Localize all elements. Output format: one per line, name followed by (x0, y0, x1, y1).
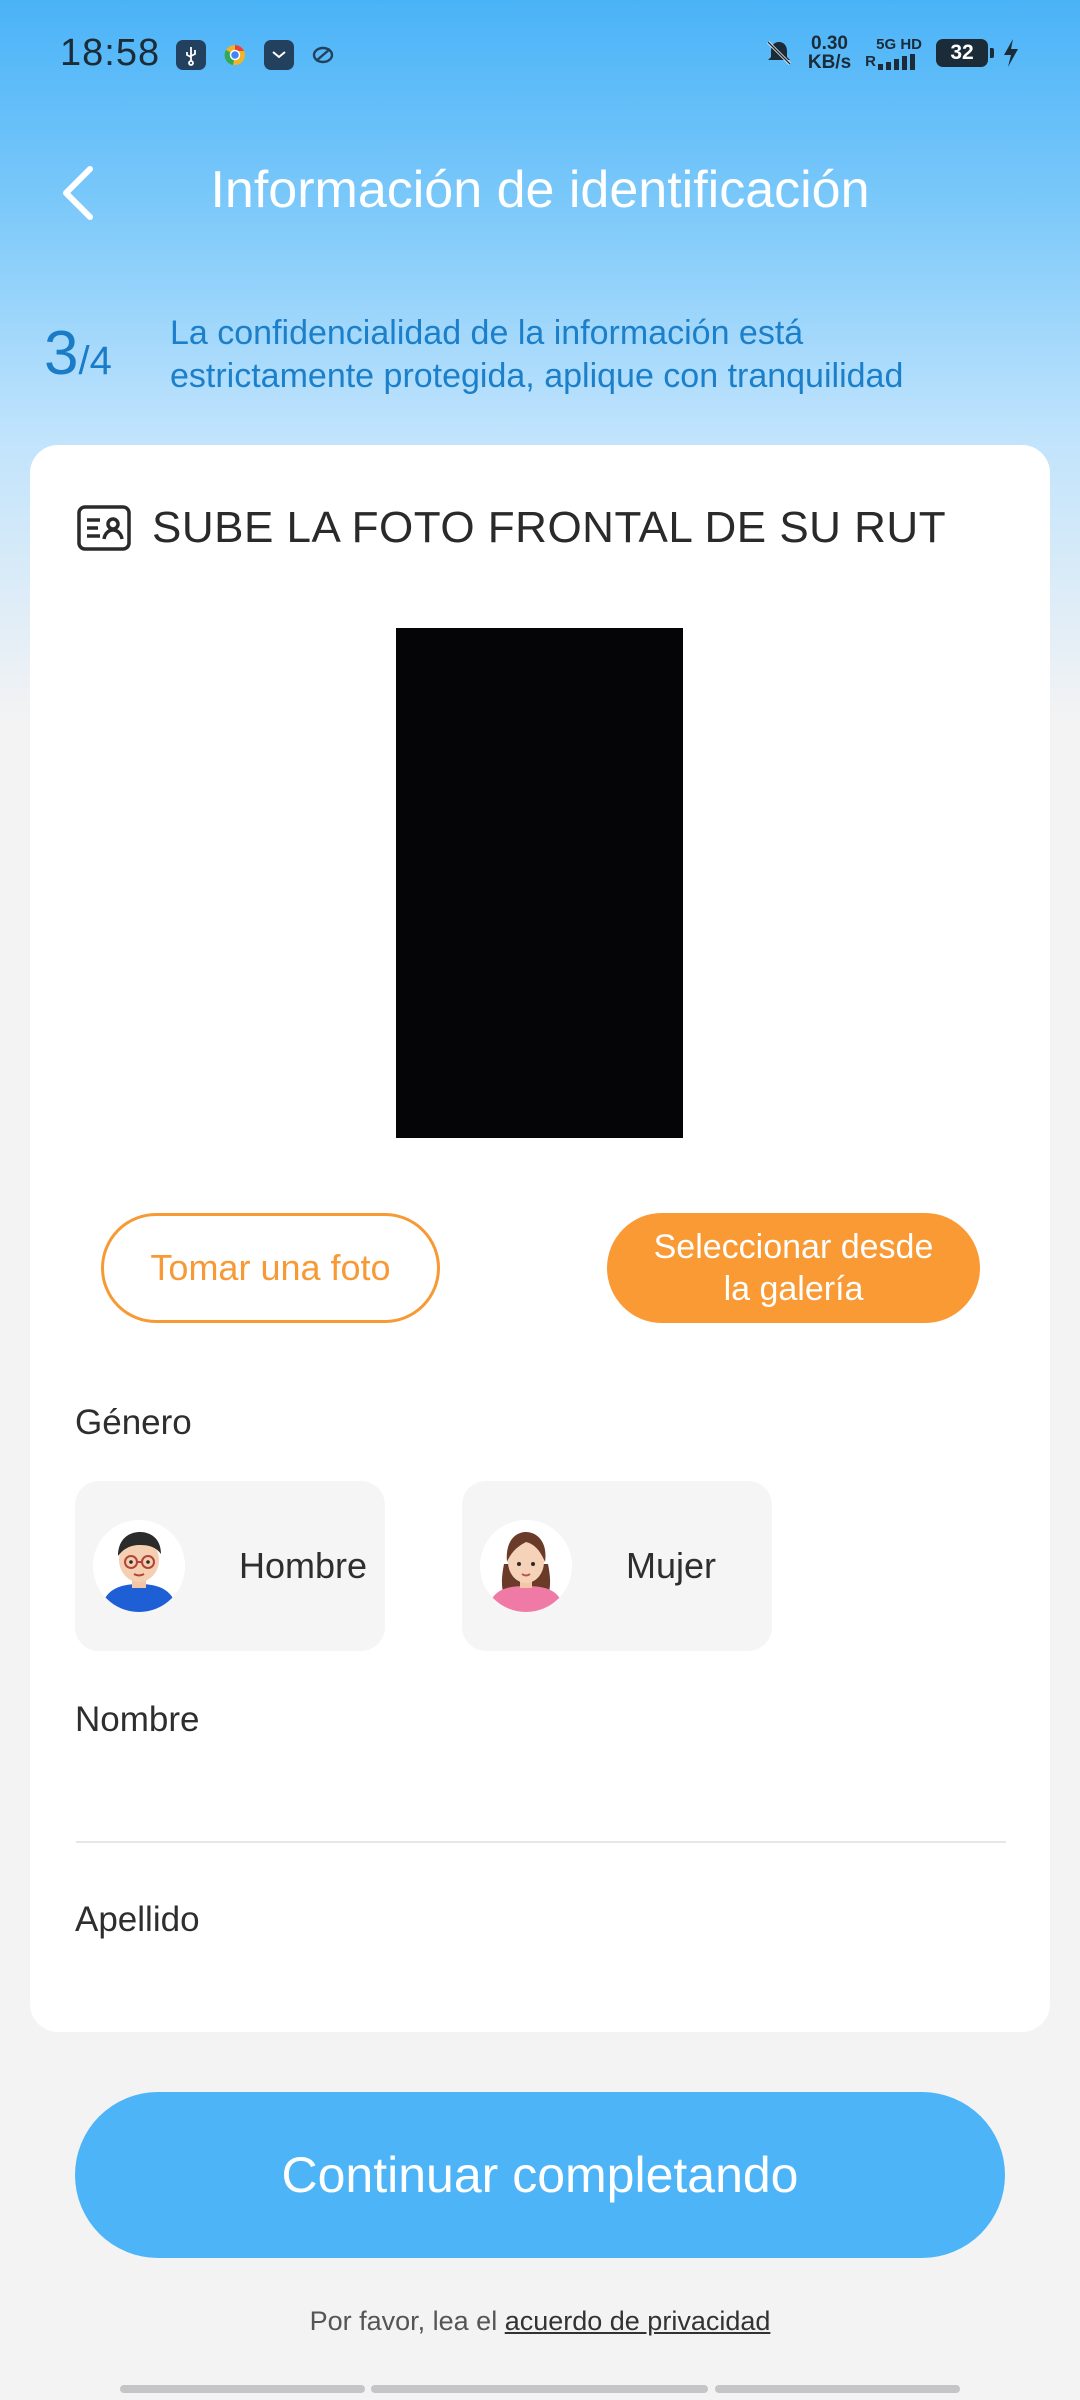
page-title: Información de identificación (0, 160, 1080, 220)
usb-icon (176, 40, 206, 70)
system-icons: 0.30 KB/s 5G HD R 32 (764, 34, 1020, 72)
step-indicator: 3/4 (44, 318, 112, 389)
mute-icon (766, 40, 791, 66)
charging-icon (1004, 39, 1018, 67)
nav-gesture-bar-left (120, 2385, 365, 2393)
id-upload-card: SUBE LA FOTO FRONTAL DE SU RUT Tomar una… (30, 445, 1050, 2032)
mail-icon (264, 40, 294, 70)
sync-icon (308, 40, 338, 70)
net-speed: 0.30 KB/s (808, 34, 851, 72)
male-avatar-icon (93, 1520, 185, 1612)
battery-icon: 32 (936, 39, 994, 67)
take-photo-button[interactable]: Tomar una foto (101, 1213, 440, 1323)
select-from-gallery-button[interactable]: Seleccionar desde la galería (607, 1213, 980, 1323)
id-photo-preview[interactable] (396, 628, 683, 1138)
gender-option-female[interactable]: Mujer (462, 1481, 772, 1651)
privacy-notice: Por favor, lea el acuerdo de privacidad (0, 2306, 1080, 2337)
step-current: 3 (44, 319, 79, 388)
gender-option-male-label: Hombre (239, 1545, 368, 1586)
signal-block: 5G HD R (865, 36, 922, 70)
status-bar: 18:58 0.30 KB/s 5G HD R 32 (0, 0, 1080, 110)
confidentiality-note: La confidencialidad de la información es… (170, 314, 904, 395)
gender-option-male[interactable]: Hombre (75, 1481, 385, 1651)
net-speed-value: 0.30 (811, 33, 848, 54)
nav-gesture-bar-right (715, 2385, 960, 2393)
signal-icon (878, 54, 915, 70)
continue-button[interactable]: Continuar completando (75, 2092, 1005, 2258)
battery-level: 32 (950, 41, 974, 64)
gender-label: Género (75, 1403, 192, 1442)
notification-icons (176, 40, 338, 70)
first-name-field[interactable] (76, 1755, 1006, 1835)
privacy-prefix: Por favor, lea el (309, 2306, 505, 2336)
card-title: SUBE LA FOTO FRONTAL DE SU RUT (152, 503, 947, 552)
gender-option-female-label: Mujer (626, 1545, 717, 1586)
first-name-label: Nombre (75, 1700, 200, 1739)
nav-gesture-bar-center (371, 2385, 708, 2393)
field-divider (76, 1841, 1006, 1843)
net-speed-unit: KB/s (807, 52, 852, 73)
chrome-icon (220, 40, 250, 70)
last-name-label: Apellido (75, 1900, 200, 1939)
page-title-text: Información de identificación (210, 161, 870, 219)
status-time: 18:58 (60, 32, 161, 74)
card-header: SUBE LA FOTO FRONTAL DE SU RUT (76, 503, 946, 553)
privacy-agreement-link[interactable]: acuerdo de privacidad (505, 2306, 771, 2336)
female-avatar-icon (480, 1520, 572, 1612)
signal-prefix: R (865, 53, 876, 70)
last-name-field[interactable] (76, 1955, 1006, 2015)
step-total: /4 (78, 339, 112, 383)
id-card-icon (77, 505, 131, 551)
network-type: 5G HD (876, 36, 922, 53)
